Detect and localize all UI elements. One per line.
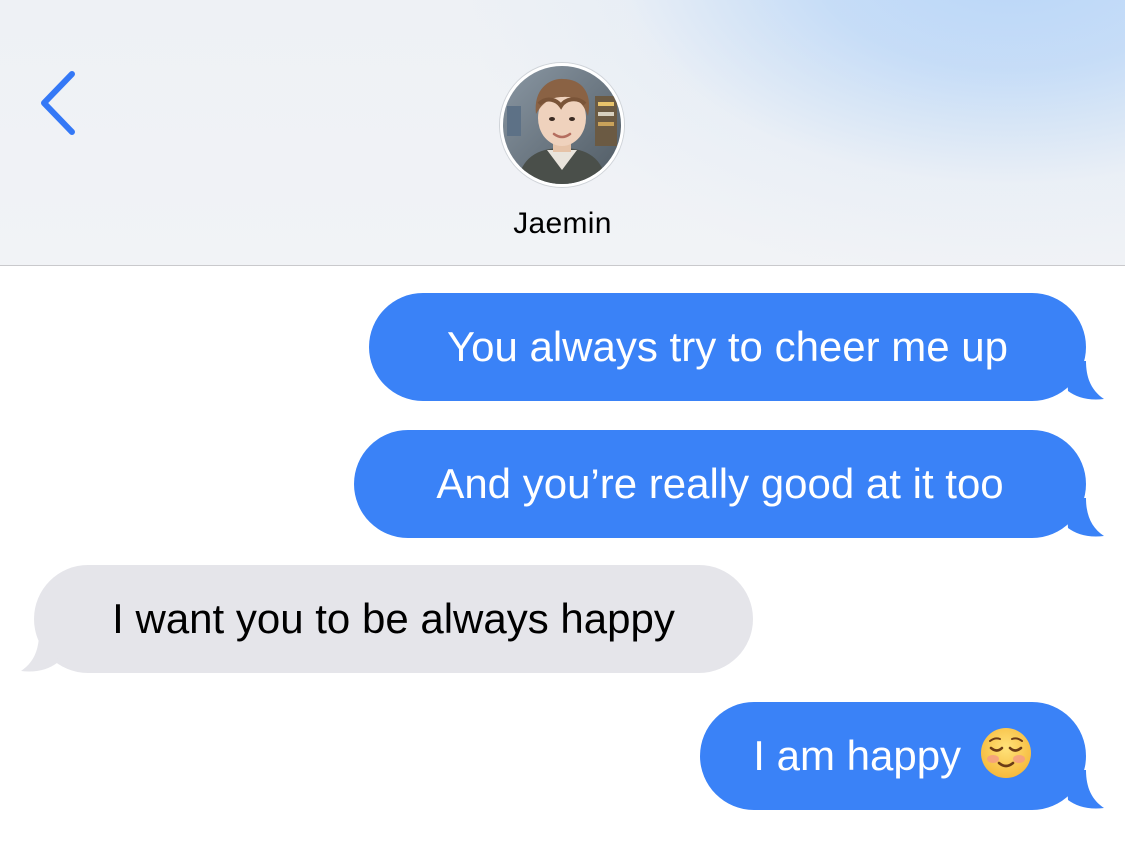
message-text: You always try to cheer me up bbox=[446, 323, 1009, 370]
message-bubble-sent[interactable]: And you’re really good at it too bbox=[354, 430, 1086, 538]
message-bubble-sent[interactable]: I am happy bbox=[700, 702, 1086, 810]
message-text: I want you to be always happy bbox=[112, 595, 675, 642]
avatar[interactable] bbox=[500, 63, 624, 187]
bubble-tail bbox=[1066, 361, 1104, 400]
message-bubble-received[interactable]: I want you to be always happy bbox=[34, 565, 753, 673]
contact-photo bbox=[503, 66, 621, 184]
bubble-tail bbox=[1066, 498, 1104, 537]
bubble-tail bbox=[21, 633, 59, 672]
message-text: And you’re really good at it too bbox=[436, 460, 1004, 507]
chevron-left-icon bbox=[41, 71, 75, 135]
contact-name[interactable]: Jaemin bbox=[0, 207, 1125, 241]
bubble-tail bbox=[1066, 770, 1104, 809]
smiling-face-icon bbox=[980, 728, 1031, 778]
message-bubble-sent[interactable]: You always try to cheer me up bbox=[369, 293, 1086, 401]
conversation-header: Jaemin bbox=[0, 0, 1125, 266]
back-button[interactable] bbox=[28, 66, 98, 136]
message-text: I am happy bbox=[753, 732, 962, 779]
